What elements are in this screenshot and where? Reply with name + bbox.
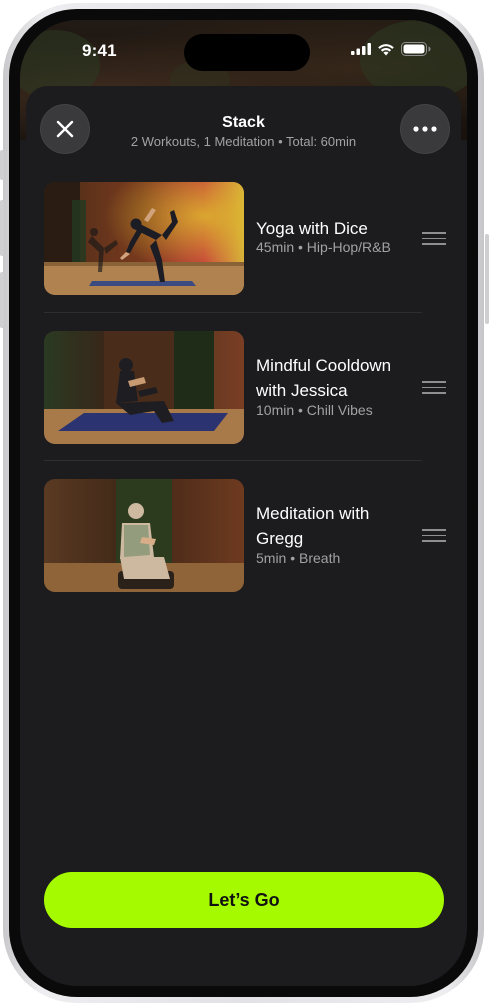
page-title: Stack bbox=[222, 114, 265, 131]
signal-icon bbox=[351, 43, 371, 55]
drag-handle-icon[interactable] bbox=[422, 232, 446, 246]
volume-up-button bbox=[0, 200, 4, 256]
workout-row[interactable]: Meditation with Gregg 5min • Breath bbox=[44, 479, 446, 593]
more-button[interactable] bbox=[400, 104, 450, 154]
divider bbox=[44, 312, 422, 313]
stack-sheet: Stack 2 Workouts, 1 Meditation • Total: … bbox=[26, 86, 461, 986]
workout-title: Meditation with Gregg bbox=[256, 504, 370, 548]
screen: 9:41 Stack 2 Workouts, 1 Meditation • To… bbox=[20, 20, 467, 986]
divider bbox=[44, 460, 422, 461]
workout-row[interactable]: Yoga with Dice 45min • Hip-Hop/R&B bbox=[44, 182, 446, 296]
wifi-icon bbox=[378, 43, 394, 55]
workout-thumbnail bbox=[44, 331, 244, 444]
volume-down-button bbox=[0, 272, 4, 328]
workout-row[interactable]: Mindful Cooldown with Jessica 10min • Ch… bbox=[44, 331, 446, 445]
workout-meta: 5min • Breath bbox=[256, 550, 341, 566]
battery-icon bbox=[401, 42, 431, 56]
status-icons bbox=[351, 42, 431, 56]
workout-meta: 45min • Hip-Hop/R&B bbox=[256, 239, 391, 255]
power-button bbox=[485, 234, 489, 324]
workout-title: Yoga with Dice bbox=[256, 219, 368, 238]
workout-thumbnail bbox=[44, 182, 244, 295]
action-button bbox=[0, 150, 4, 180]
drag-handle-icon[interactable] bbox=[422, 529, 446, 543]
more-icon bbox=[413, 126, 437, 132]
drag-handle-icon[interactable] bbox=[422, 381, 446, 395]
workout-thumbnail bbox=[44, 479, 244, 592]
workout-meta: 10min • Chill Vibes bbox=[256, 402, 373, 418]
status-time: 9:41 bbox=[82, 41, 117, 60]
workout-title: Mindful Cooldown with Jessica bbox=[256, 356, 392, 400]
lets-go-button[interactable]: Let’s Go bbox=[44, 872, 444, 928]
dynamic-island bbox=[184, 34, 310, 71]
stack-summary: 2 Workouts, 1 Meditation • Total: 60min bbox=[130, 134, 357, 149]
